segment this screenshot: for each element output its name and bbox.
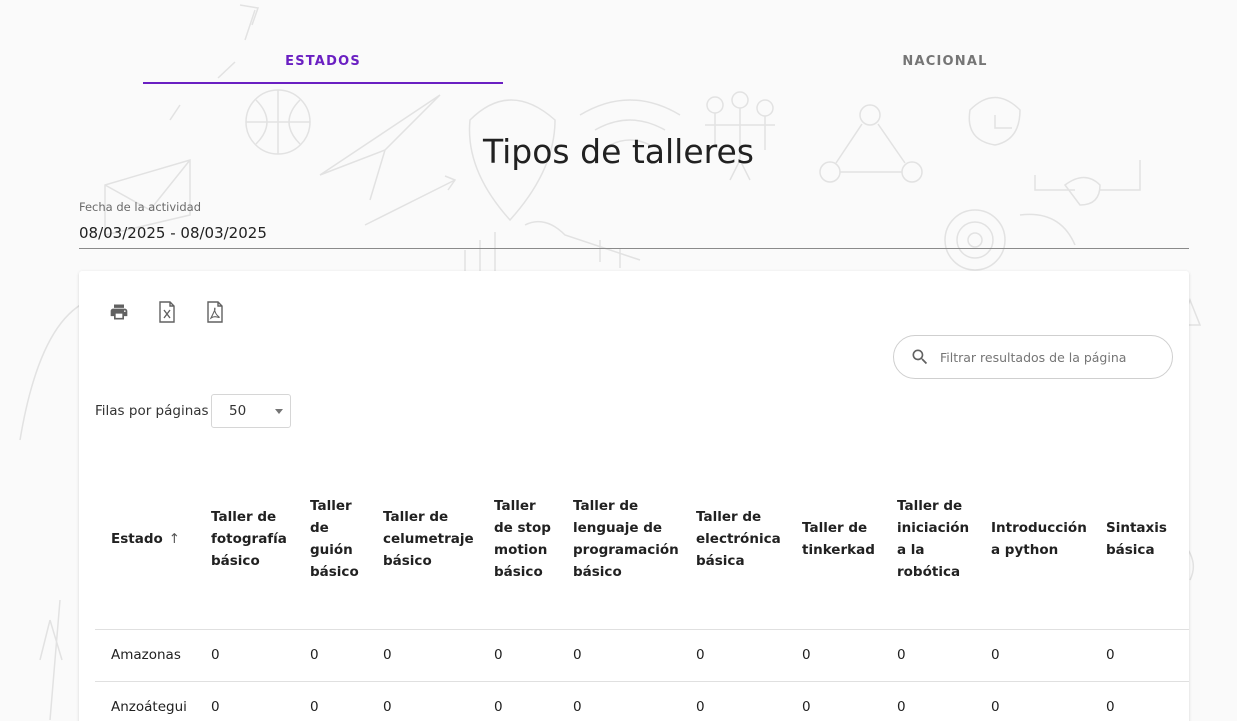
date-range-label: Fecha de la actividad (79, 200, 202, 214)
page-title: Tipos de talleres (482, 132, 754, 171)
table-cell: 0 (375, 681, 486, 721)
tab-bar: ESTADOS NACIONAL (0, 40, 1237, 86)
tab-estados[interactable]: ESTADOS (143, 40, 503, 84)
column-header-label: Taller de electrónica básica (696, 508, 781, 569)
rows-per-page-select[interactable]: 50 (211, 394, 291, 428)
column-header[interactable]: Taller de iniciación a la robótica (889, 449, 983, 630)
table-row: Amazonas 0 0 0 0 0 0 0 0 0 0 (95, 629, 1189, 682)
table-cell: 0 (486, 681, 565, 721)
table-cell: 0 (203, 681, 302, 721)
table-cell: 0 (889, 681, 983, 721)
column-header-estado[interactable]: Estado ↑ (95, 449, 203, 630)
excel-icon (159, 301, 175, 323)
table-header-row: Estado ↑ Taller de fotografía básico Tall… (95, 449, 1189, 630)
table-cell: 0 (565, 629, 688, 682)
column-header-label: Taller de iniciación a la robótica (897, 497, 970, 580)
column-header-label: Estado (111, 530, 163, 547)
table-cell: 0 (1098, 681, 1189, 721)
date-range-field[interactable]: Fecha de la actividad 08/03/2025 - 08/03… (79, 200, 1189, 249)
column-header[interactable]: Taller de tinkerkad (794, 449, 889, 630)
active-tab-indicator (143, 82, 503, 84)
table-cell: 0 (302, 681, 375, 721)
table-cell: 0 (794, 681, 889, 721)
caret-down-icon (275, 409, 283, 414)
tab-nacional[interactable]: NACIONAL (765, 40, 1125, 84)
search-icon (910, 347, 930, 367)
date-range-input[interactable]: 08/03/2025 - 08/03/2025 (79, 224, 1189, 249)
column-header-label: Taller de fotografía básico (211, 508, 287, 569)
table-cell: 0 (1098, 629, 1189, 682)
print-icon (110, 304, 128, 320)
column-header[interactable]: Taller de celumetraje básico (375, 449, 486, 630)
column-header-label: Introducción a python (991, 519, 1087, 558)
data-table: Estado ↑ Taller de fotografía básico Tall… (95, 449, 1189, 721)
table-cell: 0 (375, 629, 486, 682)
table-cell: 0 (983, 629, 1098, 682)
print-button[interactable] (105, 299, 133, 325)
table-cell-estado: Anzoátegui (95, 681, 203, 721)
column-header[interactable]: Taller de lenguaje de programación básic… (565, 449, 688, 630)
column-header[interactable]: Taller de stop motion básico (486, 449, 565, 630)
column-header[interactable]: Taller de electrónica básica (688, 449, 794, 630)
export-excel-button[interactable] (153, 299, 181, 325)
column-header-label: Taller de stop motion básico (494, 497, 551, 580)
results-card: Filas por páginas 50 Estado ↑ Taller de f… (79, 271, 1189, 721)
table-cell: 0 (302, 629, 375, 682)
column-header[interactable]: Sintaxis básica (1098, 449, 1189, 630)
rows-per-page-value: 50 (229, 403, 247, 419)
column-header-label: Taller de guión básico (310, 497, 359, 580)
table-cell: 0 (486, 629, 565, 682)
table-cell: 0 (794, 629, 889, 682)
table-cell: 0 (203, 629, 302, 682)
table-cell: 0 (889, 629, 983, 682)
table-cell: 0 (688, 681, 794, 721)
column-header[interactable]: Introducción a python (983, 449, 1098, 630)
export-pdf-button[interactable] (201, 299, 229, 325)
table-cell: 0 (688, 629, 794, 682)
pdf-icon (207, 301, 223, 323)
column-header-label: Sintaxis básica (1106, 519, 1167, 558)
table-cell-estado: Amazonas (95, 629, 203, 682)
arrow-up-icon[interactable]: ↑ (169, 528, 180, 550)
column-header[interactable]: Taller de fotografía básico (203, 449, 302, 630)
column-header-label: Taller de celumetraje básico (383, 508, 474, 569)
column-header[interactable]: Taller de guión básico (302, 449, 375, 630)
table-cell: 0 (565, 681, 688, 721)
table-cell: 0 (983, 681, 1098, 721)
column-header-label: Taller de tinkerkad (802, 519, 875, 558)
search-box[interactable] (893, 335, 1173, 379)
column-header-label: Taller de lenguaje de programación básic… (573, 497, 679, 580)
rows-per-page-label: Filas por páginas (95, 403, 209, 419)
table-row: Anzoátegui 0 0 0 0 0 0 0 0 0 0 (95, 681, 1189, 721)
search-input[interactable] (940, 349, 1160, 365)
